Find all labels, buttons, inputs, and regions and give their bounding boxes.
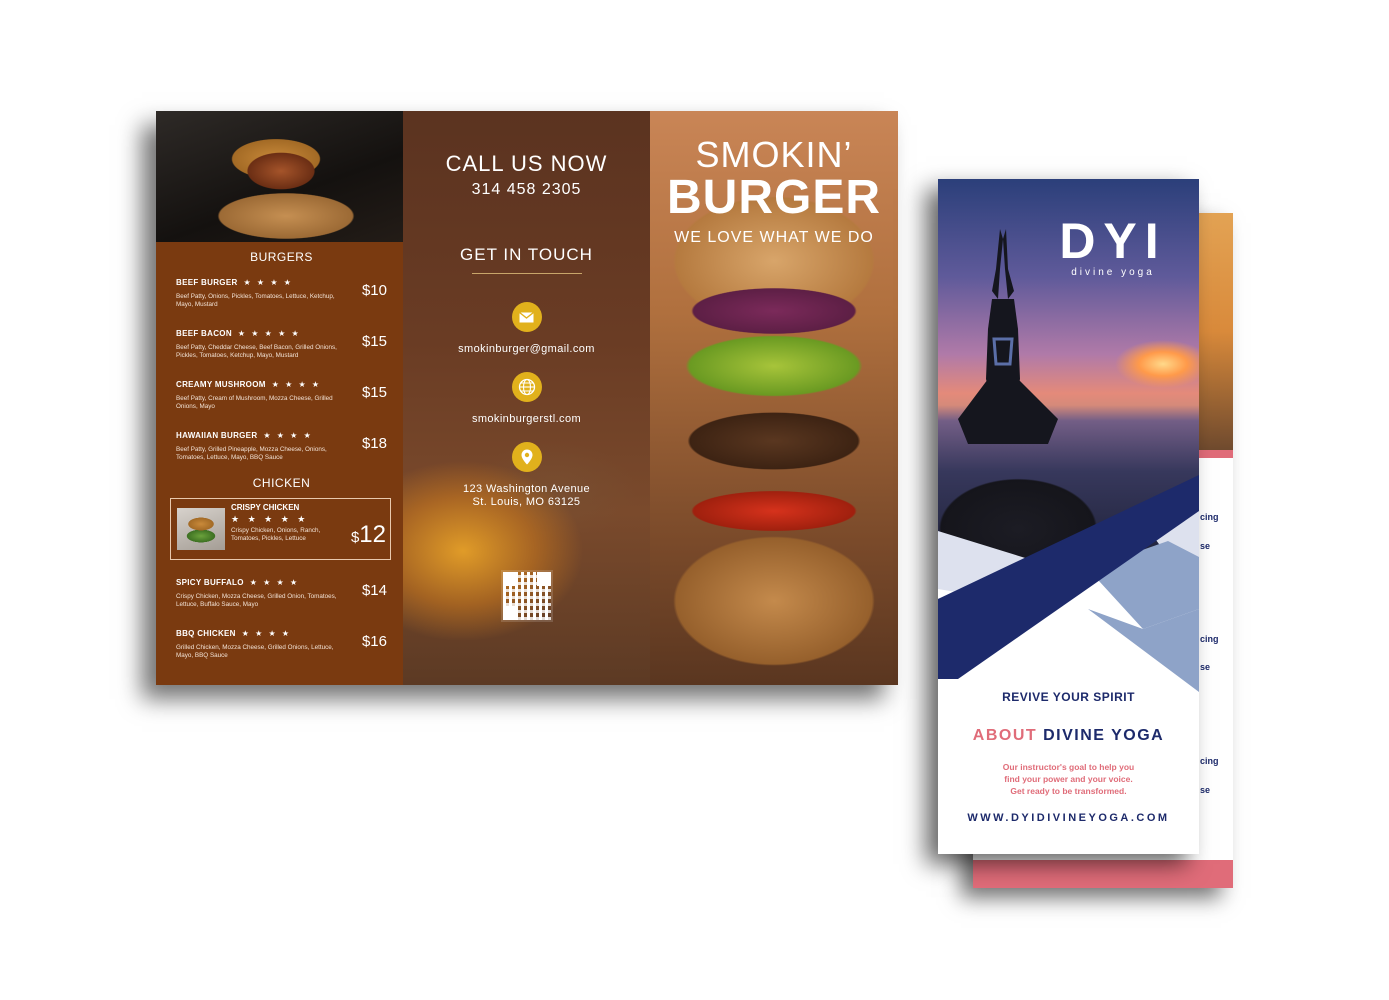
back-pink-footer — [973, 860, 1233, 888]
divider — [471, 273, 582, 274]
email-contact: smokinburger@gmail.com — [403, 302, 650, 356]
star-rating: ★ ★ ★ ★ — [241, 629, 292, 638]
divine-yoga-word: DIVINE YOGA — [1043, 727, 1165, 744]
contact-panel: CALL US NOW 314 458 2305 GET IN TOUCH sm… — [403, 111, 650, 685]
back-text-fragment: cing — [1200, 512, 1219, 522]
diagonal-bands — [938, 475, 1199, 692]
menu-item: HAWAIIAN BURGER ★ ★ ★ ★ Beef Patty, Grill… — [176, 425, 387, 465]
website-contact: smokinburgerstl.com — [403, 372, 650, 426]
about-description: Our instructor's goal to help you find y… — [938, 761, 1199, 797]
qr-code-icon — [500, 570, 553, 622]
burgers-section-title: BURGERS — [250, 250, 313, 264]
email-address: smokinburger@gmail.com — [458, 343, 595, 355]
star-rating: ★ ★ ★ ★ — [271, 380, 322, 389]
get-in-touch-title: GET IN TOUCH — [460, 245, 593, 264]
menu-item-price: $10 — [361, 282, 387, 299]
menu-item: BBQ CHICKEN ★ ★ ★ ★ Grilled Chicken, Mozz… — [176, 623, 387, 663]
star-rating: ★ ★ ★ ★ — [249, 578, 300, 587]
menu-item-name: BEEF BACON — [176, 329, 232, 338]
globe-icon — [511, 372, 542, 402]
menu-item-name: CRISPY CHICKEN — [231, 503, 300, 512]
back-text-fragment: cing — [1200, 756, 1219, 766]
menu-item-description: Crispy Chicken, Onions, Ranch, Tomatoes,… — [231, 527, 321, 542]
qr-code — [403, 570, 650, 622]
burger-trifold-brochure: BURGERS BEEF BURGER ★ ★ ★ ★ Beef Patty, O… — [156, 111, 898, 685]
menu-item-name: HAWAIIAN BURGER — [176, 431, 258, 440]
brand-title-line-1: SMOKIN’ — [695, 134, 853, 175]
menu-item-description: Beef Patty, Cream of Mushroom, Mozza Che… — [176, 395, 333, 410]
menu-item: BEEF BACON ★ ★ ★ ★ ★ Beef Patty, Cheddar … — [176, 323, 387, 363]
address-line-1: 123 Washington Avenue — [462, 483, 591, 495]
website-address: smokinburgerstl.com — [471, 413, 582, 425]
star-rating: ★ ★ ★ ★ ★ — [237, 329, 301, 338]
price-value: 12 — [359, 521, 386, 548]
menu-item-description: Crispy Chicken, Mozza Cheese, Grilled On… — [176, 593, 337, 608]
menu-item-price: $15 — [361, 384, 387, 401]
menu-item-name: BEEF BURGER — [176, 278, 238, 287]
address-contact: 123 Washington Avenue St. Louis, MO 6312… — [403, 442, 650, 509]
phone-number: 314 458 2305 — [471, 181, 582, 198]
back-text-fragment: cing — [1200, 634, 1219, 644]
yoga-brochure-front-page: DYI divine yoga REVIVE YOUR SPIRIT ABOUT… — [938, 179, 1199, 854]
brand-tagline: WE LOVE WHAT WE DO — [674, 229, 874, 246]
back-sunset-photo — [1193, 213, 1233, 450]
menu-item-name: CREAMY MUSHROOM — [176, 380, 266, 389]
burger-photo — [156, 111, 403, 242]
menu-item-name: SPICY BUFFALO — [176, 578, 244, 587]
menu-item-description: Beef Patty, Grilled Pineapple, Mozza Che… — [176, 446, 327, 461]
menu-item-name: BBQ CHICKEN — [176, 629, 236, 638]
star-rating: ★ ★ ★ ★ ★ — [231, 514, 309, 524]
menu-item: SPICY BUFFALO ★ ★ ★ ★ Crispy Chicken, Moz… — [176, 572, 387, 612]
back-text-fragment: se — [1200, 662, 1211, 672]
star-rating: ★ ★ ★ ★ — [243, 278, 293, 287]
call-us-title: CALL US NOW — [445, 151, 608, 176]
brand-title-line-2: BURGER — [666, 171, 881, 224]
menu-item-price: $15 — [361, 333, 387, 350]
location-pin-icon — [511, 442, 542, 472]
menu-item-price: $14 — [361, 582, 387, 599]
address-line-2: St. Louis, MO 63125 — [472, 496, 581, 508]
menu-item-description: Beef Patty, Cheddar Cheese, Beef Bacon, … — [176, 344, 337, 359]
mail-icon — [511, 302, 542, 332]
back-text-fragment: se — [1200, 785, 1211, 795]
back-text-fragment: se — [1200, 541, 1211, 551]
chicken-section-title: CHICKEN — [252, 476, 311, 490]
menu-item: CREAMY MUSHROOM ★ ★ ★ ★ Beef Patty, Cream… — [176, 374, 387, 414]
menu-panel: BURGERS BEEF BURGER ★ ★ ★ ★ Beef Patty, O… — [156, 111, 403, 685]
about-word: ABOUT — [972, 727, 1038, 744]
star-rating: ★ ★ ★ ★ — [263, 431, 313, 440]
menu-item-description: Beef Patty, Onions, Pickles, Tomatoes, L… — [176, 293, 335, 308]
menu-item-price: $16 — [361, 633, 387, 650]
about-heading: ABOUT DIVINE YOGA — [938, 727, 1199, 745]
menu-item-price: $18 — [361, 435, 387, 452]
website-url: WWW.DYIDIVINEYOGA.COM — [967, 812, 1170, 824]
menu-item-description: Grilled Chicken, Mozza Cheese, Grilled O… — [176, 644, 334, 659]
menu-item: BEEF BURGER ★ ★ ★ ★ Beef Patty, Onions, P… — [176, 272, 387, 312]
street-address: 123 Washington Avenue St. Louis, MO 6312… — [403, 483, 650, 509]
revive-heading: REVIVE YOUR SPIRIT — [1002, 690, 1135, 704]
chicken-burger-thumbnail — [177, 508, 225, 550]
about-line-1: Our instructor's goal to help you — [1002, 762, 1135, 772]
back-pink-band — [1193, 450, 1233, 458]
menu-list: BURGERS BEEF BURGER ★ ★ ★ ★ Beef Patty, O… — [156, 242, 403, 663]
menu-item-price: $12 — [351, 521, 386, 549]
featured-menu-item: CRISPY CHICKEN ★ ★ ★ ★ ★ Crispy Chicken,… — [170, 498, 391, 560]
cover-panel: SMOKIN’ BURGER WE LOVE WHAT WE DO — [650, 111, 898, 685]
about-line-3: Get ready to be transformed. — [1010, 786, 1127, 796]
about-line-2: find your power and your voice. — [1004, 774, 1133, 784]
